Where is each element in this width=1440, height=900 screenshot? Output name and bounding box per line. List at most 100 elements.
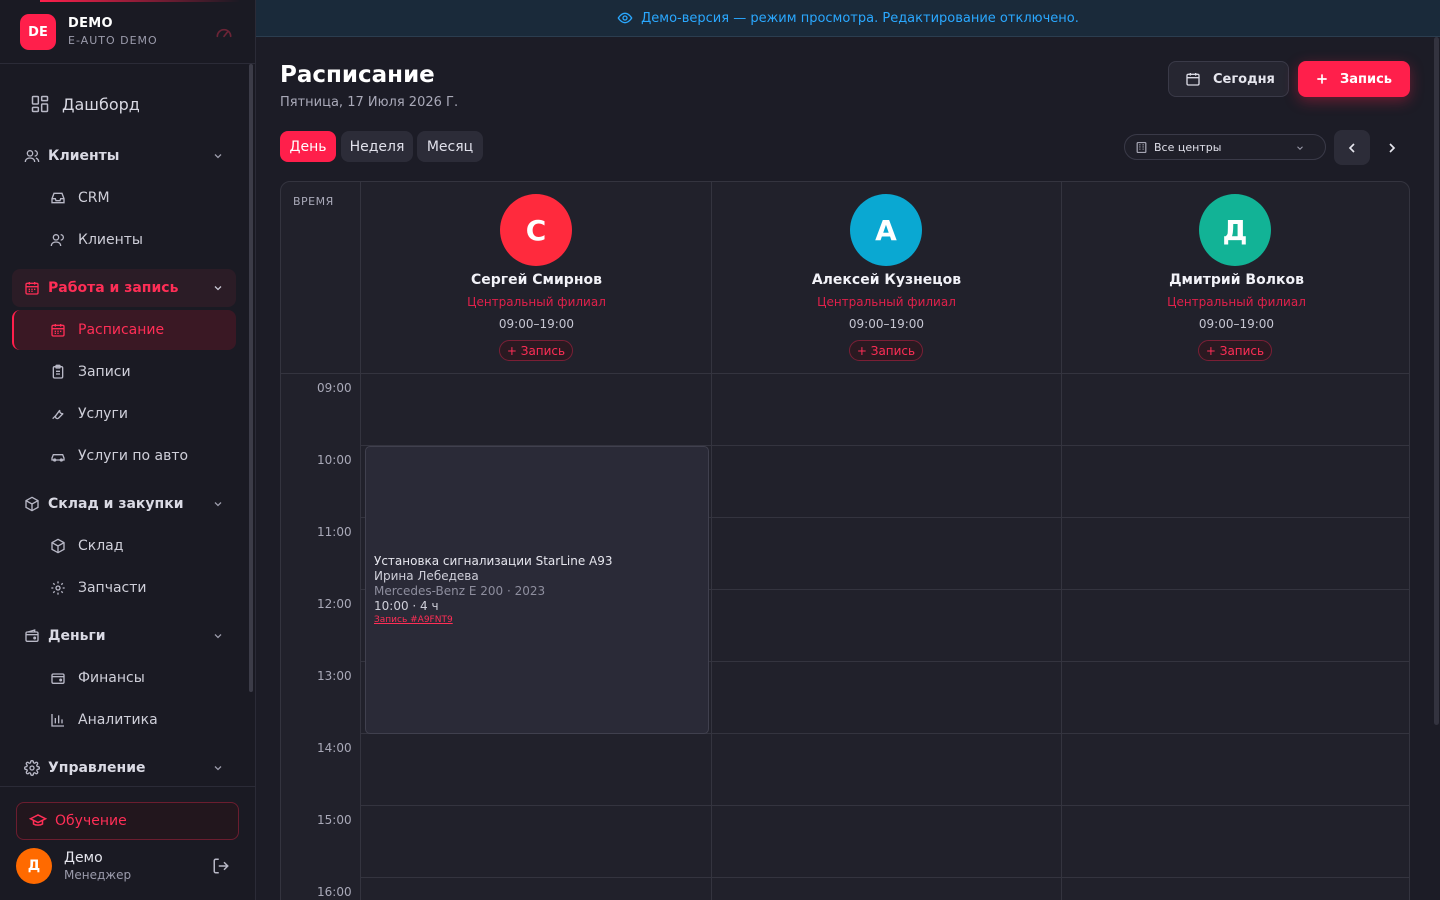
sidebar-section-work[interactable]: Работа и запись [24,276,232,300]
next-day-button[interactable] [1376,130,1408,165]
user-role: Менеджер [64,868,132,882]
add-booking-button[interactable]: + Запись [499,340,573,361]
add-booking-button[interactable]: + Запись [849,340,923,361]
chevron-right-icon [1384,140,1400,156]
new-booking-button[interactable]: Запись [1298,61,1410,97]
booking-link[interactable]: Запись #A9FNT9 [374,615,453,625]
sidebar-item-services[interactable]: Услуги [50,403,128,425]
car-icon [50,448,66,464]
sidebar-item-bookings[interactable]: Записи [50,361,131,383]
page-date: Пятница, 17 Июля 2026 Г. [280,95,459,110]
sidebar-item-clients[interactable]: Клиенты [50,229,143,251]
graduation-cap-icon [29,812,47,830]
master-name: Алексей Кузнецов [811,272,962,288]
brand[interactable]: DE DEMO E-AUTO DEMO [20,14,240,50]
sidebar-item-dashboard[interactable]: Дашборд [30,92,140,116]
prev-day-button[interactable] [1334,130,1370,165]
master-hours: 09:00–19:00 [1198,317,1275,331]
bar-chart-icon [50,712,66,728]
sidebar-scrollbar[interactable] [249,64,253,692]
main-scrollbar[interactable] [1434,37,1439,725]
sidebar-divider [0,63,255,64]
tab-day[interactable]: День [280,131,336,162]
sidebar-item-schedule[interactable]: Расписание [50,319,164,341]
hour-label: 16:00 [317,885,352,899]
tab-week[interactable]: Неделя [341,131,413,162]
hour-label: 12:00 [317,597,352,611]
sidebar-section-clients[interactable]: Клиенты [24,144,232,168]
sidebar-section-label: Склад и закупки [48,496,184,512]
master-name: Дмитрий Волков [1169,272,1304,288]
today-label: Сегодня [1213,71,1275,87]
sidebar-section-label: Работа и запись [48,280,179,296]
avatar: А [850,194,922,266]
sidebar-section-money[interactable]: Деньги [24,624,232,648]
master-branch: Центральный филиал [817,295,956,309]
wallet-icon [50,670,66,686]
sidebar-item-label: Запчасти [78,580,147,596]
master-hours: 09:00–19:00 [498,317,575,331]
box-icon [24,496,40,512]
avatar: Д [16,848,52,884]
brand-name: DEMO [68,16,113,31]
sidebar-item-label: Дашборд [62,94,140,114]
clipboard-icon [50,364,66,380]
add-booking-button[interactable]: + Запись [1198,340,1272,361]
sidebar-item-label: CRM [78,190,110,206]
new-booking-label: Запись [1340,71,1393,87]
sidebar-item-label: Аналитика [78,712,158,728]
hour-label: 11:00 [317,525,352,539]
master-branch: Центральный филиал [467,295,606,309]
sidebar-item-crm[interactable]: CRM [50,187,110,209]
chevron-down-icon [212,498,224,510]
time-column: ВРЕМЯ [281,182,361,900]
hour-line [361,805,1409,806]
tab-month[interactable]: Месяц [417,131,483,162]
calendar-icon [24,280,40,296]
hour-label: 14:00 [317,741,352,755]
booking-card[interactable]: Установка сигнализации StarLine A93 Ирин… [365,446,709,734]
building-icon [1135,141,1148,154]
page-title: Расписание [280,62,435,88]
booking-car: Mercedes-Benz E 200 · 2023 [374,584,546,598]
master-column-header: А Алексей Кузнецов Центральный филиал 09… [712,182,1061,373]
sidebar-item-warehouse[interactable]: Склад [50,535,123,557]
sidebar-item-label: Расписание [78,322,165,338]
chevron-down-icon [1295,143,1305,153]
hour-label: 10:00 [317,453,352,467]
avatar: Д [1199,194,1271,266]
header-divider [281,373,1409,374]
center-select[interactable]: Все центры [1124,134,1326,160]
wrench-icon [50,406,66,422]
chevron-down-icon [212,762,224,774]
sidebar-item-label: Клиенты [78,232,143,248]
master-branch: Центральный филиал [1167,295,1306,309]
demo-banner: Демо-версия — режим просмотра. Редактиро… [256,0,1440,37]
plus-icon [1314,71,1330,87]
booking-client: Ирина Лебедева [374,569,479,583]
sidebar-accent [40,0,240,2]
gauge-icon[interactable] [214,23,234,43]
hour-label: 13:00 [317,669,352,683]
chevron-down-icon [212,150,224,162]
calendar-icon [1185,71,1201,87]
logout-icon[interactable] [212,857,230,875]
cog-icon [50,580,66,596]
master-hours: 09:00–19:00 [848,317,925,331]
sidebar-section-warehouse[interactable]: Склад и закупки [24,492,232,516]
sidebar-item-car-services[interactable]: Услуги по авто [50,445,188,467]
brand-logo: DE [20,14,56,50]
sidebar-item-analytics[interactable]: Аналитика [50,709,158,731]
user-profile[interactable]: Д Демо Менеджер [16,848,240,884]
learning-button[interactable]: Обучение [16,802,239,840]
sidebar-section-management[interactable]: Управление [24,756,232,780]
banner-text: Демо-версия — режим просмотра. Редактиро… [641,10,1079,26]
chevron-down-icon [212,282,224,294]
sidebar-item-label: Услуги [78,406,128,422]
sidebar-item-label: Финансы [78,670,145,686]
sidebar-section-label: Клиенты [48,148,120,164]
sidebar-item-finance[interactable]: Финансы [50,667,145,689]
today-button[interactable]: Сегодня [1168,61,1289,97]
sidebar-item-parts[interactable]: Запчасти [50,577,147,599]
box-icon [50,538,66,554]
